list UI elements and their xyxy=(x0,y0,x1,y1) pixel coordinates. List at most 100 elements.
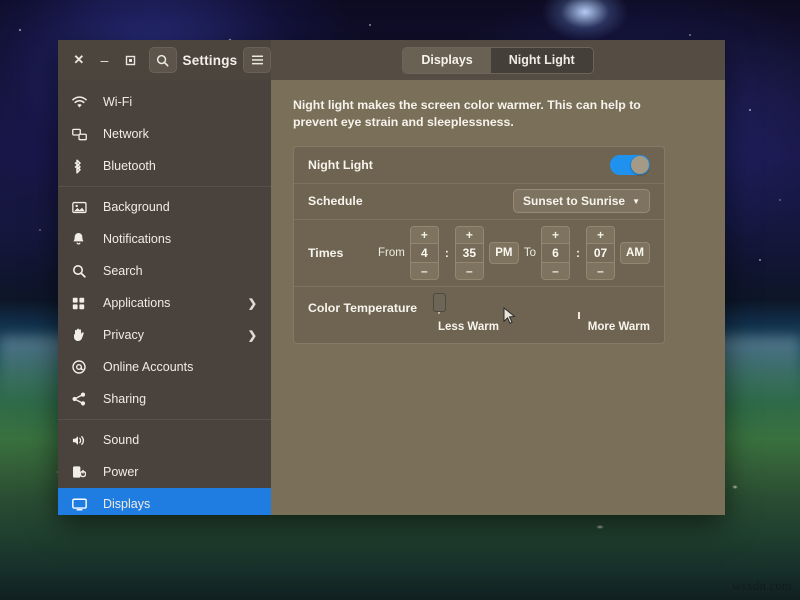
night-light-toggle[interactable] xyxy=(610,155,650,175)
slider-track[interactable] xyxy=(438,295,440,314)
from-meridiem-button[interactable]: PM xyxy=(489,242,519,264)
sidebar-item-search[interactable]: Search xyxy=(58,255,271,287)
times-label: Times xyxy=(308,246,343,260)
to-hour-stepper[interactable]: + 6 – xyxy=(541,226,570,280)
sidebar-item-notifications[interactable]: Notifications xyxy=(58,223,271,255)
to-minute-increment[interactable]: + xyxy=(587,227,614,243)
sidebar-item-label: Online Accounts xyxy=(103,360,257,374)
speaker-icon xyxy=(72,432,92,448)
schedule-dropdown[interactable]: Sunset to Sunrise ▼ xyxy=(513,189,650,213)
maximize-icon[interactable] xyxy=(117,47,143,73)
sidebar-item-privacy[interactable]: Privacy ❯ xyxy=(58,319,271,351)
battery-icon xyxy=(72,464,92,480)
to-minute-stepper[interactable]: + 07 – xyxy=(586,226,615,280)
color-temperature-slider[interactable]: Less Warm More Warm xyxy=(438,296,650,333)
window-body: Wi-Fi Network Bluetooth xyxy=(58,80,725,515)
times-row: Times From + 4 – : + xyxy=(294,219,664,286)
sidebar-item-label: Search xyxy=(103,264,257,278)
times-controls: From + 4 – : + 35 – xyxy=(378,220,650,286)
to-minute-value: 07 xyxy=(587,243,614,263)
hand-icon xyxy=(72,327,92,343)
network-icon xyxy=(72,126,92,142)
image-icon xyxy=(72,199,92,215)
apps-grid-icon xyxy=(72,295,92,311)
sidebar-item-wifi[interactable]: Wi-Fi xyxy=(58,86,271,118)
slider-max-label: More Warm xyxy=(588,321,650,333)
sidebar-divider xyxy=(58,186,271,187)
from-hour-increment[interactable]: + xyxy=(411,227,438,243)
to-hour-value: 6 xyxy=(542,243,569,263)
sidebar-item-label: Displays xyxy=(103,497,257,511)
sidebar-item-label: Power xyxy=(103,465,257,479)
from-time-colon: : xyxy=(444,246,450,260)
hamburger-menu-icon[interactable] xyxy=(243,47,271,73)
to-label: To xyxy=(524,247,536,259)
desktop-wallpaper: ✕ – Settings Displays Night Light xyxy=(0,0,800,600)
sidebar-item-label: Sound xyxy=(103,433,257,447)
wifi-icon xyxy=(72,94,92,110)
chevron-right-icon: ❯ xyxy=(248,297,257,310)
from-hour-value: 4 xyxy=(411,243,438,263)
to-minute-decrement[interactable]: – xyxy=(587,263,614,279)
slider-min-label: Less Warm xyxy=(438,321,499,333)
to-hour-increment[interactable]: + xyxy=(542,227,569,243)
sidebar-item-label: Background xyxy=(103,200,257,214)
chevron-down-icon: ▼ xyxy=(632,197,640,206)
night-light-label: Night Light xyxy=(308,158,373,172)
from-label: From xyxy=(378,247,405,259)
sidebar-item-network[interactable]: Network xyxy=(58,118,271,150)
sidebar-item-sharing[interactable]: Sharing xyxy=(58,383,271,415)
search-icon xyxy=(72,263,92,279)
night-light-row: Night Light xyxy=(294,147,664,183)
sidebar-item-label: Notifications xyxy=(103,232,257,246)
sidebar-item-label: Privacy xyxy=(103,328,248,342)
from-hour-decrement[interactable]: – xyxy=(411,263,438,279)
to-meridiem-button[interactable]: AM xyxy=(620,242,650,264)
titlebar-right: Displays Night Light xyxy=(271,40,725,80)
view-tabs: Displays Night Light xyxy=(402,47,593,74)
from-minute-increment[interactable]: + xyxy=(456,227,483,243)
bluetooth-icon xyxy=(72,158,92,174)
sidebar-item-displays[interactable]: Displays xyxy=(58,488,271,515)
settings-window: ✕ – Settings Displays Night Light xyxy=(58,40,725,515)
to-hour-decrement[interactable]: – xyxy=(542,263,569,279)
sidebar-item-applications[interactable]: Applications ❯ xyxy=(58,287,271,319)
sidebar-item-bluetooth[interactable]: Bluetooth xyxy=(58,150,271,182)
sidebar-item-sound[interactable]: Sound xyxy=(58,424,271,456)
slider-captions: Less Warm More Warm xyxy=(438,321,650,333)
close-icon[interactable]: ✕ xyxy=(66,47,92,73)
sidebar-item-label: Wi-Fi xyxy=(103,95,257,109)
color-temperature-label: Color Temperature xyxy=(308,296,417,315)
tab-displays[interactable]: Displays xyxy=(403,48,490,73)
window-titlebar: ✕ – Settings Displays Night Light xyxy=(58,40,725,80)
monitor-icon xyxy=(72,496,92,512)
slider-tick-mark xyxy=(578,312,580,319)
color-temperature-row: Color Temperature Less Warm Mor xyxy=(294,286,664,343)
night-light-description: Night light makes the screen color warme… xyxy=(293,97,663,132)
schedule-value: Sunset to Sunrise xyxy=(523,194,625,208)
sidebar-item-label: Bluetooth xyxy=(103,159,257,173)
schedule-row: Schedule Sunset to Sunrise ▼ xyxy=(294,183,664,219)
minimize-icon[interactable]: – xyxy=(92,47,118,73)
slider-handle[interactable] xyxy=(433,293,446,312)
schedule-label: Schedule xyxy=(308,194,363,208)
from-hour-stepper[interactable]: + 4 – xyxy=(410,226,439,280)
chevron-right-icon: ❯ xyxy=(248,329,257,342)
sidebar-item-background[interactable]: Background xyxy=(58,191,271,223)
from-minute-value: 35 xyxy=(456,243,483,263)
share-nodes-icon xyxy=(72,391,92,407)
search-icon[interactable] xyxy=(149,47,177,73)
toggle-knob xyxy=(631,156,649,174)
from-minute-stepper[interactable]: + 35 – xyxy=(455,226,484,280)
sidebar-item-label: Applications xyxy=(103,296,248,310)
titlebar-left: ✕ – Settings xyxy=(58,40,271,80)
settings-sidebar[interactable]: Wi-Fi Network Bluetooth xyxy=(58,80,271,515)
sidebar-item-power[interactable]: Power xyxy=(58,456,271,488)
sidebar-item-online-accounts[interactable]: Online Accounts xyxy=(58,351,271,383)
at-sign-icon xyxy=(72,359,92,375)
watermark: wsxdn.com xyxy=(732,579,792,594)
night-light-panel: Night light makes the screen color warme… xyxy=(271,80,725,515)
to-time-colon: : xyxy=(575,246,581,260)
tab-night-light[interactable]: Night Light xyxy=(491,48,593,73)
from-minute-decrement[interactable]: – xyxy=(456,263,483,279)
